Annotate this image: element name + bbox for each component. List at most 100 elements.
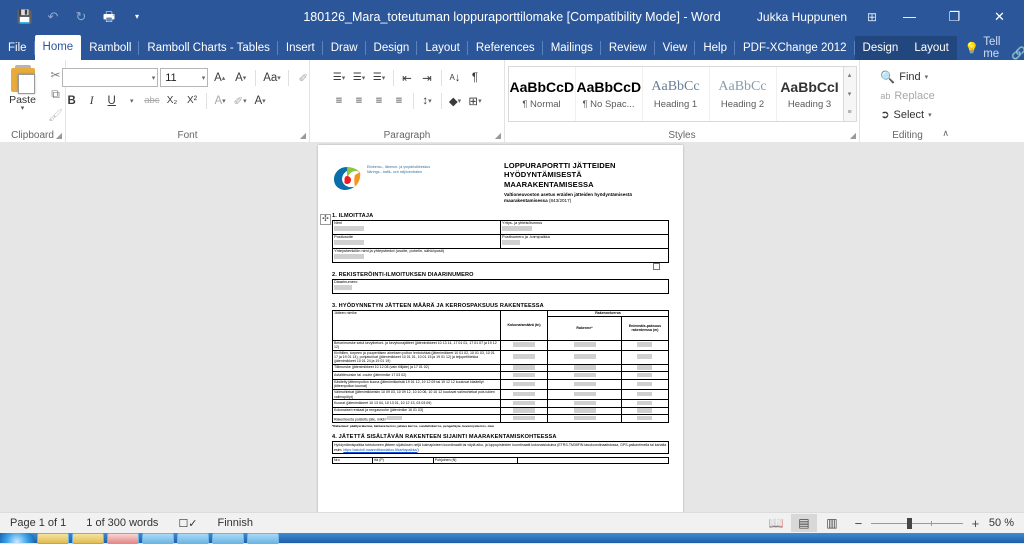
tab-review[interactable]: Review — [601, 36, 655, 60]
field-value-placeholder[interactable] — [334, 240, 364, 245]
font-color-button[interactable]: A ▾ — [251, 91, 270, 110]
table-move-handle[interactable]: ✣ — [320, 213, 331, 225]
document-workspace[interactable]: Elinkeino-, liikenne- ja ympäristökeskus… — [0, 142, 1024, 513]
style-normal[interactable]: AaBbCcD ¶ Normal — [509, 67, 576, 121]
justify-button[interactable]: ≡ — [390, 91, 409, 110]
strikethrough-button[interactable]: abc — [142, 91, 161, 110]
thickness-cell[interactable] — [620, 363, 670, 373]
structure-cell[interactable] — [547, 406, 622, 416]
taskbar-item[interactable] — [247, 532, 279, 544]
tab-table-design[interactable]: Design — [854, 36, 907, 60]
taskbar-item[interactable] — [72, 532, 104, 544]
redo-icon[interactable]: ↻ — [68, 5, 94, 29]
taskbar-item[interactable] — [142, 532, 174, 544]
customize-qat-icon[interactable]: ▾ — [124, 5, 150, 29]
shading-button[interactable]: ◆ ▾ — [446, 91, 465, 110]
table-row[interactable]: Postiosoite Postinumero ja -toimipaikka — [332, 233, 669, 249]
total-cell[interactable] — [500, 363, 549, 373]
decrease-indent-button[interactable]: ⇤ — [398, 68, 417, 87]
align-right-button[interactable]: ≡ — [370, 91, 389, 110]
thickness-cell[interactable] — [620, 339, 670, 351]
chevron-down-icon[interactable]: ▾ — [928, 111, 932, 119]
zoom-track[interactable] — [870, 517, 963, 529]
karttapaikka-link[interactable]: https://asiointi.maanmittauslaitos.fi/ka… — [343, 448, 417, 452]
font-size-combo[interactable]: 11 ▾ — [160, 68, 209, 87]
save-icon[interactable]: 💾 — [12, 5, 38, 29]
thickness-cell[interactable] — [620, 378, 670, 391]
field-value-placeholder[interactable] — [334, 226, 364, 231]
total-cell[interactable] — [500, 371, 549, 380]
print-preview-icon[interactable]: 🖶 — [96, 5, 122, 29]
table-row[interactable]: Kokonaiset renkaat ja rengasrouhe (jäten… — [331, 406, 670, 416]
table-row[interactable]: Yhteyshenkilön nimi ja yhteystiedot (oso… — [332, 247, 669, 263]
chevron-down-icon[interactable]: ▾ — [122, 91, 141, 110]
styles-gallery-scroll[interactable]: ▴ ▾ ≡ — [843, 66, 857, 122]
print-layout-view-button[interactable]: ▤ — [790, 514, 817, 532]
taskbar-item[interactable] — [37, 532, 69, 544]
structure-cell[interactable] — [547, 399, 622, 408]
account-name[interactable]: Jukka Huppunen — [757, 10, 847, 24]
subscript-button[interactable]: X₂ — [163, 91, 182, 110]
structure-cell[interactable] — [547, 349, 622, 365]
field-postinumero[interactable]: Postinumero ja -toimipaikka — [500, 233, 669, 249]
start-button[interactable] — [0, 533, 34, 543]
tell-me-box[interactable]: 💡 Tell me — [957, 36, 1009, 60]
taskbar-item[interactable] — [212, 532, 244, 544]
table-row[interactable]: Tiilimurske (jätenimikkeet 10 12 08 (vai… — [331, 363, 670, 373]
restore-button[interactable]: ❐ — [932, 0, 977, 33]
text-effects-button[interactable]: A ▾ — [211, 91, 230, 110]
tab-design[interactable]: Design — [366, 36, 418, 60]
table-row[interactable]: Asfalttimurske tai -rouhe (jätenimike 17… — [331, 371, 670, 380]
thickness-cell[interactable] — [620, 371, 670, 380]
align-left-button[interactable]: ≡ — [330, 91, 349, 110]
align-center-button[interactable]: ≡ — [350, 91, 369, 110]
superscript-button[interactable]: X² — [183, 91, 202, 110]
numbering-button[interactable]: ☰ ▾ — [350, 68, 369, 87]
section-4-table[interactable]: Nro Itä (P) Pohjoinen (N) — [331, 457, 670, 464]
tab-file[interactable]: File — [0, 36, 35, 60]
borders-button[interactable]: ⊞ ▾ — [466, 91, 485, 110]
field-value-placeholder[interactable] — [502, 240, 520, 245]
minimize-button[interactable]: — — [887, 0, 932, 33]
show-formatting-marks-button[interactable]: ¶ — [466, 68, 485, 87]
bullets-button[interactable]: ☰ ▾ — [330, 68, 349, 87]
table-row[interactable]: Kivihiilen, turpeen ja puuperäisen ainek… — [331, 349, 670, 365]
thickness-cell[interactable] — [620, 349, 670, 365]
field-value-placeholder[interactable] — [387, 415, 403, 421]
grow-font-button[interactable]: A ▴ — [210, 68, 229, 87]
scroll-down-icon[interactable]: ▾ — [844, 86, 856, 103]
find-button[interactable]: 🔍 Find ▾ — [880, 67, 928, 86]
total-cell[interactable] — [500, 349, 549, 365]
close-button[interactable]: ✕ — [977, 0, 1022, 33]
scroll-up-icon[interactable]: ▴ — [844, 67, 856, 84]
taskbar-item[interactable] — [177, 532, 209, 544]
clipboard-dialog-launcher[interactable]: ◢ — [56, 131, 62, 140]
zoom-slider[interactable]: − + — [853, 516, 981, 531]
collapse-ribbon-icon[interactable]: ∧ — [942, 128, 949, 139]
tab-insert[interactable]: Insert — [278, 36, 323, 60]
tab-table-layout[interactable]: Layout — [906, 36, 957, 60]
tab-references[interactable]: References — [468, 36, 543, 60]
table-row[interactable]: Valimohiekat (jätenimikkeisiin 10 09 03,… — [331, 389, 670, 401]
total-cell[interactable] — [500, 414, 549, 423]
language-indicator[interactable]: Finnish — [208, 517, 263, 529]
font-name-combo[interactable]: ▾ — [62, 68, 159, 87]
text-highlight-color-button[interactable]: ✐ ▾ — [231, 91, 250, 110]
zoom-in-button[interactable]: + — [970, 516, 981, 531]
tab-pdf-xchange-2012[interactable]: PDF-XChange 2012 — [735, 36, 855, 60]
field-value-placeholder[interactable] — [334, 254, 364, 259]
structure-cell[interactable] — [547, 414, 622, 423]
zoom-thumb[interactable] — [906, 517, 912, 529]
total-cell[interactable] — [500, 399, 549, 408]
thickness-cell[interactable] — [620, 389, 670, 401]
field-postiosoite[interactable]: Postiosoite — [332, 233, 501, 249]
table-row[interactable]: Diaarinumero — [332, 278, 669, 294]
share-icon[interactable]: 🔗 — [1008, 46, 1024, 60]
field-yhteyshenkilo[interactable]: Yhteyshenkilön nimi ja yhteystiedot (oso… — [332, 247, 669, 263]
styles-dialog-launcher[interactable]: ◢ — [850, 131, 856, 140]
shrink-font-button[interactable]: A ▾ — [231, 68, 250, 87]
multilevel-list-button[interactable]: ☰ ▾ — [370, 68, 389, 87]
style-heading-2[interactable]: AaBbCc Heading 2 — [710, 67, 777, 121]
tab-home[interactable]: Home — [34, 35, 82, 60]
read-mode-view-button[interactable]: 📖 — [763, 514, 789, 532]
